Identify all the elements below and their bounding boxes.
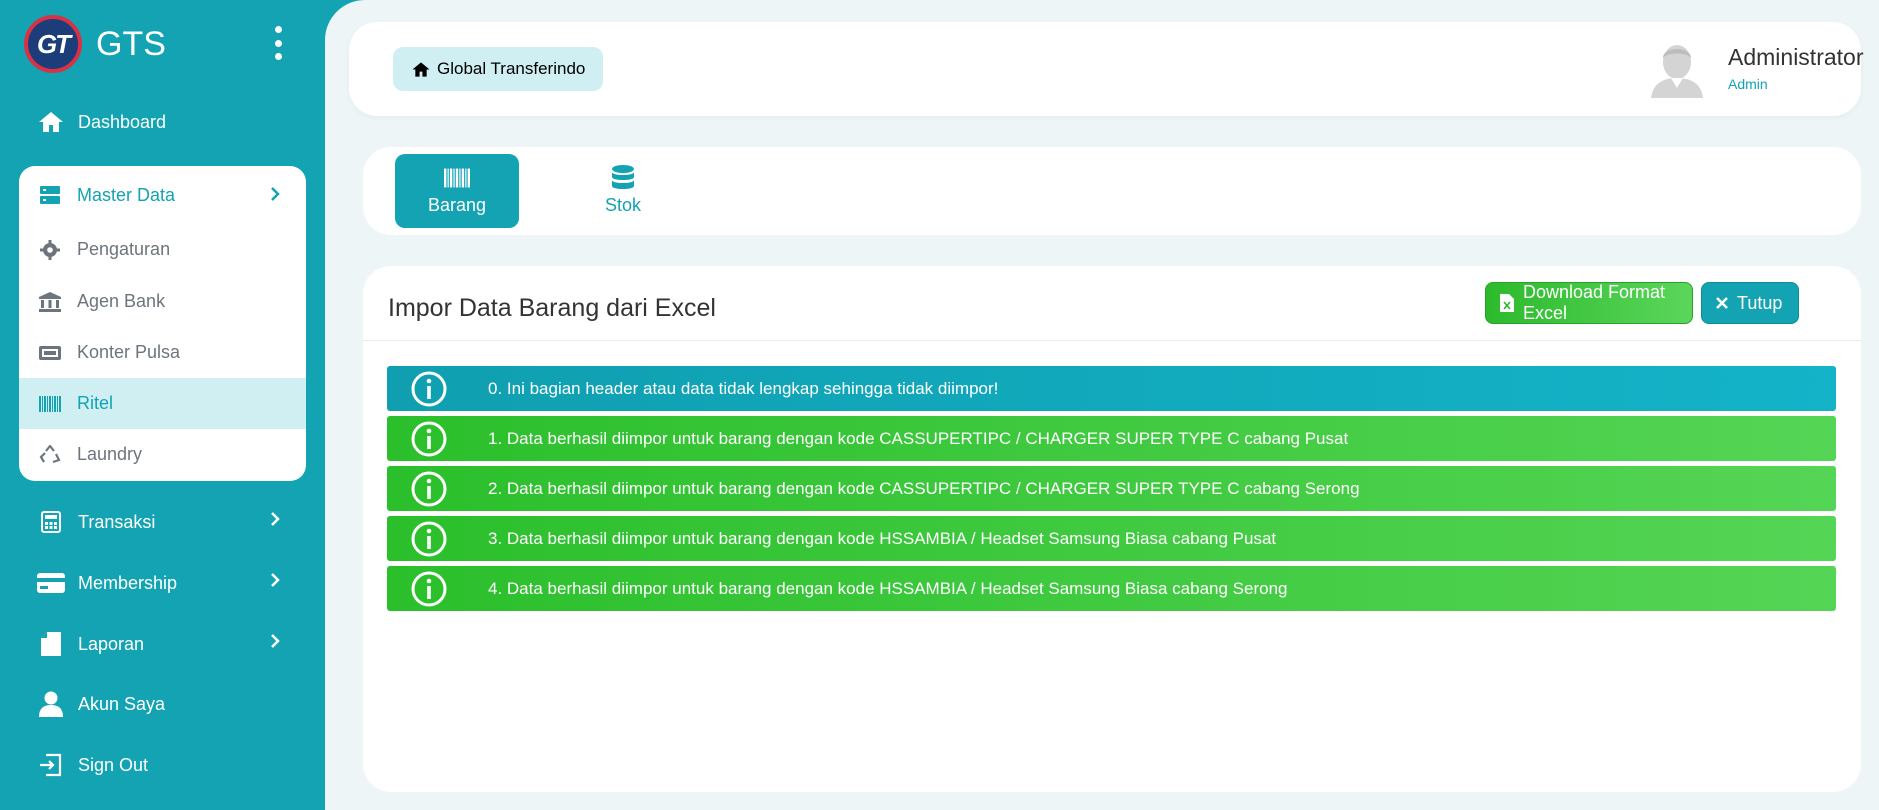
sidebar-item-membership[interactable]: Membership [20, 558, 306, 608]
card-title: Impor Data Barang dari Excel [388, 294, 716, 322]
alert-text: 1. Data berhasil diimpor untuk barang de… [488, 428, 1349, 448]
sidebar-item-label: Pengaturan [77, 239, 171, 259]
barcode-icon [444, 167, 470, 189]
user-name: Administrator [1728, 44, 1864, 70]
chevron-right-icon [270, 511, 280, 532]
tab-label: Barang [427, 194, 487, 215]
sidebar-item-pengaturan[interactable]: Pengaturan [19, 224, 306, 275]
barcode-icon [37, 395, 63, 412]
tab-label: Stok [604, 194, 642, 215]
sidebar-item-akun-saya[interactable]: Akun Saya [20, 679, 306, 729]
tab-stok[interactable]: Stok [561, 154, 685, 228]
pulsa-icon [37, 345, 63, 361]
credit-card-icon [36, 570, 66, 596]
download-button-label: Download Format Excel [1523, 282, 1666, 323]
sidebar-item-label: Dashboard [78, 111, 167, 132]
user-role: Admin [1728, 76, 1768, 92]
info-icon [411, 371, 447, 407]
divider [363, 340, 1861, 341]
alert-success: 3. Data berhasil diimpor untuk barang de… [387, 516, 1836, 561]
bank-icon [37, 291, 63, 312]
sidebar-item-laporan[interactable]: Laporan [20, 619, 306, 669]
chevron-right-icon [270, 186, 280, 207]
main-content: Global Transferindo Administrator Admin … [325, 0, 1879, 810]
sidebar-item-label: Laporan [78, 633, 145, 654]
alert-success: 1. Data berhasil diimpor untuk barang de… [387, 416, 1836, 461]
recycle-icon [37, 444, 63, 465]
sign-out-icon [36, 752, 66, 778]
sidebar-item-label: Membership [78, 572, 178, 593]
alert-text: 4. Data berhasil diimpor untuk barang de… [488, 578, 1288, 598]
user-icon [36, 691, 66, 717]
alert-success: 4. Data berhasil diimpor untuk barang de… [387, 566, 1836, 611]
brand-logo: GT [24, 15, 82, 73]
sidebar-item-laundry[interactable]: Laundry [19, 429, 306, 480]
alert-info: 0. Ini bagian header atau data tidak len… [387, 366, 1836, 411]
server-icon [37, 185, 63, 205]
info-icon [411, 421, 447, 457]
excel-file-icon [1500, 294, 1514, 312]
sidebar-item-label: Agen Bank [77, 291, 166, 311]
download-format-excel-button[interactable]: Download Format Excel [1485, 282, 1693, 324]
info-icon [411, 471, 447, 507]
top-bar: Global Transferindo Administrator Admin [349, 22, 1864, 116]
sidebar-item-dashboard[interactable]: Dashboard [20, 97, 306, 147]
gear-icon [37, 239, 63, 260]
avatar[interactable] [1649, 40, 1705, 98]
file-icon [36, 631, 66, 657]
close-button[interactable]: Tutup [1701, 282, 1799, 324]
close-button-label: Tutup [1737, 292, 1783, 313]
home-icon [36, 109, 66, 135]
alert-text: 2. Data berhasil diimpor untuk barang de… [488, 478, 1360, 498]
alert-text: 0. Ini bagian header atau data tidak len… [488, 378, 999, 398]
sidebar-item-label: Master Data [77, 184, 176, 205]
close-icon [1716, 297, 1728, 309]
import-card: Impor Data Barang dari Excel Download Fo… [363, 266, 1861, 792]
sidebar-item-konter-pulsa[interactable]: Konter Pulsa [19, 327, 306, 378]
chevron-right-icon [270, 633, 280, 654]
chevron-right-icon [270, 572, 280, 593]
tabs-bar: Barang Stok [363, 147, 1861, 235]
sidebar-item-sign-out[interactable]: Sign Out [20, 740, 306, 790]
home-icon [411, 61, 431, 78]
sidebar: GT GTS Dashboard Master Data Pengaturan [0, 0, 325, 810]
alert-success: 2. Data berhasil diimpor untuk barang de… [387, 466, 1836, 511]
sidebar-item-ritel[interactable]: Ritel [19, 378, 306, 429]
sidebar-item-master-data[interactable]: Master Data [19, 166, 306, 224]
info-icon [411, 571, 447, 607]
info-icon [411, 521, 447, 557]
sidebar-item-transaksi[interactable]: Transaksi [20, 497, 306, 547]
calculator-icon [36, 509, 66, 535]
breadcrumb[interactable]: Global Transferindo [393, 47, 604, 91]
brand[interactable]: GT GTS [24, 14, 166, 74]
sidebar-item-label: Sign Out [78, 754, 149, 775]
sidebar-item-agen-bank[interactable]: Agen Bank [19, 276, 306, 327]
kebab-menu-icon[interactable] [268, 26, 288, 60]
master-data-submenu: Master Data Pengaturan Agen Bank Konter … [19, 166, 306, 481]
sidebar-item-label: Akun Saya [78, 693, 166, 714]
tab-barang[interactable]: Barang [395, 154, 519, 228]
database-icon [611, 164, 635, 189]
sidebar-item-label: Transaksi [78, 511, 156, 532]
sidebar-item-label: Ritel [77, 393, 114, 413]
brand-name: GTS [96, 24, 166, 63]
sidebar-item-label: Konter Pulsa [77, 342, 181, 362]
alert-text: 3. Data berhasil diimpor untuk barang de… [488, 528, 1277, 548]
sidebar-item-label: Laundry [77, 444, 143, 464]
breadcrumb-label: Global Transferindo [437, 59, 586, 78]
